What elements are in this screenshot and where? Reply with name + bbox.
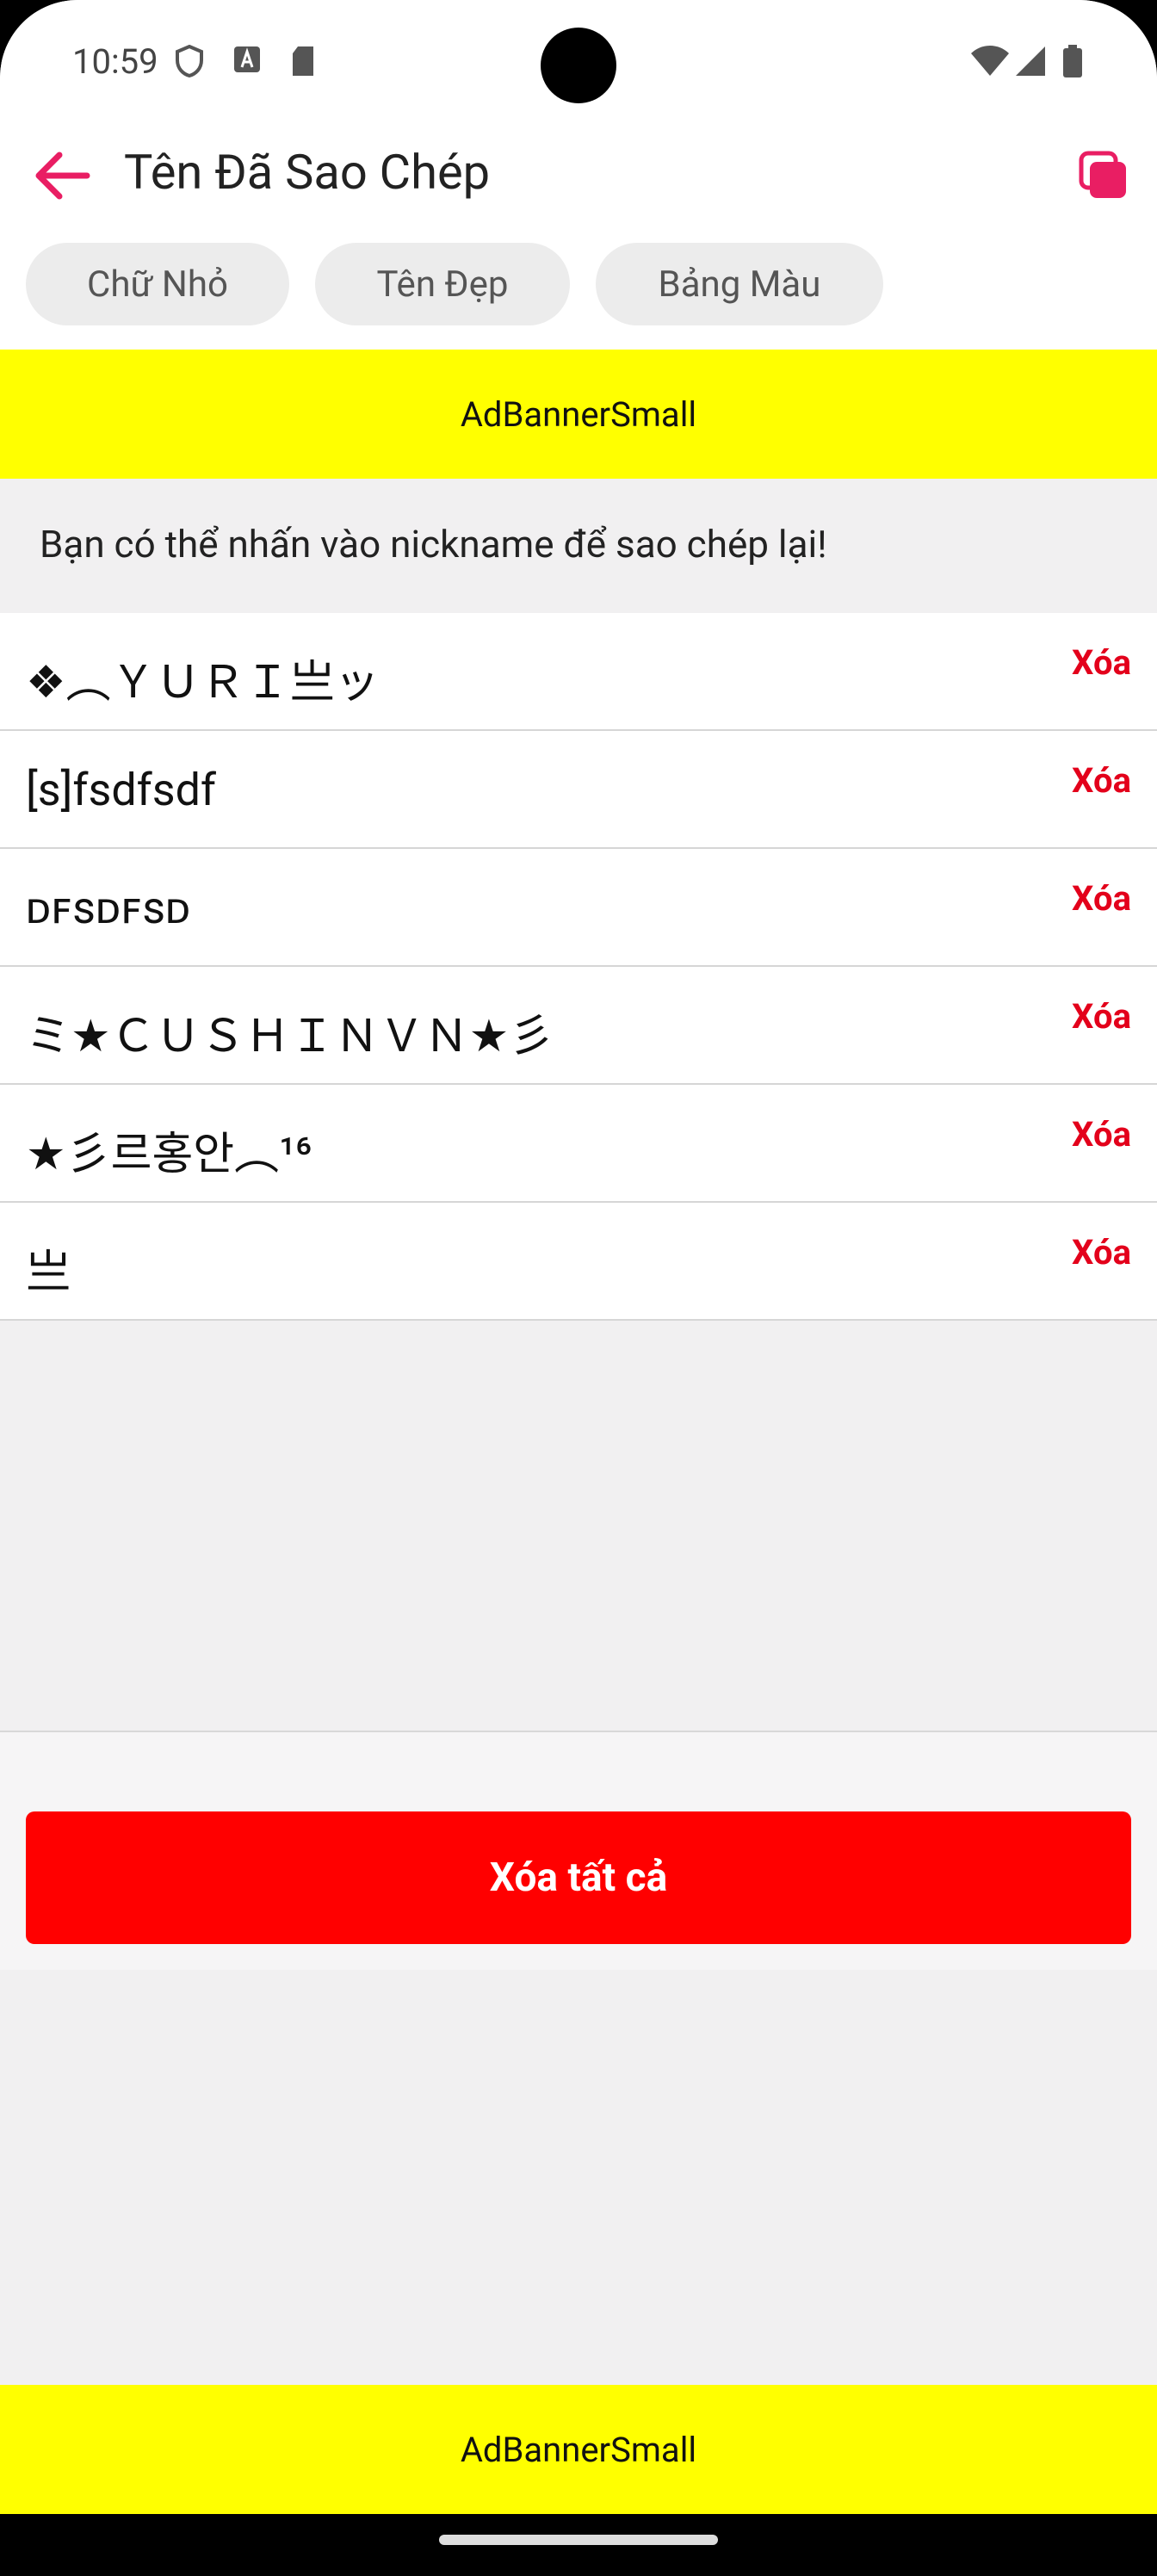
status-bar: 10:59 (0, 0, 1157, 131)
delete-button[interactable]: Xóa (1072, 642, 1131, 683)
page-title: Tên Đã Sao Chép (124, 144, 491, 201)
delete-button[interactable]: Xóa (1072, 760, 1131, 801)
font-app-icon (232, 45, 263, 77)
copied-names-list: ❖︵ＹＵＲＩ亗ッ Xóa [s]fsdfsdf Xóa ᴅꜰsᴅꜰsᴅ Xóa … (0, 613, 1157, 1321)
screen: 10:59 Tên Đã Sao Chép Chữ Nhỏ Tên Đẹp Bả… (0, 0, 1157, 2576)
nickname-text[interactable]: [s]fsdfsdf (26, 764, 216, 816)
wifi-icon (969, 45, 1011, 77)
ad-banner-top[interactable]: AdBannerSmall (0, 350, 1157, 479)
delete-button[interactable]: Xóa (1072, 878, 1131, 919)
chip-nice-name[interactable]: Tên Đẹp (315, 243, 570, 325)
clear-all-button[interactable]: Xóa tất cả (26, 1811, 1131, 1944)
status-time: 10:59 (72, 41, 158, 82)
hint-text: Bạn có thể nhấn vào nickname để sao chép… (40, 522, 827, 567)
delete-button[interactable]: Xóa (1072, 1232, 1131, 1273)
copy-icon (1079, 151, 1126, 198)
front-camera (541, 28, 616, 103)
chip-color-palette[interactable]: Bảng Màu (596, 243, 883, 325)
delete-button[interactable]: Xóa (1072, 996, 1131, 1037)
hint-bar: Bạn có thể nhấn vào nickname để sao chép… (0, 479, 1157, 613)
list-item[interactable]: ❖︵ＹＵＲＩ亗ッ Xóa (0, 613, 1157, 731)
delete-button[interactable]: Xóa (1072, 1114, 1131, 1155)
shield-icon (174, 44, 205, 78)
home-gesture-handle[interactable] (439, 2535, 718, 2545)
chip-row: Chữ Nhỏ Tên Đẹp Bảng Màu (0, 232, 1157, 350)
navigation-bar (0, 2514, 1157, 2576)
nickname-text[interactable]: ❖︵ＹＵＲＩ亗ッ (26, 646, 380, 710)
sd-card-icon (289, 45, 320, 77)
nickname-text[interactable]: ★彡르홍안︵¹⁶ (26, 1118, 312, 1182)
arrow-back-icon (35, 152, 90, 200)
ad-banner-bottom[interactable]: AdBannerSmall (0, 2385, 1157, 2514)
list-item[interactable]: ᴅꜰsᴅꜰsᴅ Xóa (0, 849, 1157, 967)
bottom-panel: Xóa tất cả (0, 1731, 1157, 1970)
copy-button[interactable] (1067, 139, 1140, 212)
list-item[interactable]: ★彡르홍안︵¹⁶ Xóa (0, 1085, 1157, 1203)
list-item[interactable]: 亗 Xóa (0, 1203, 1157, 1321)
battery-icon (1061, 45, 1085, 77)
nickname-text[interactable]: ᴅꜰsᴅꜰsᴅ (26, 882, 190, 934)
list-item[interactable]: ミ★ＣＵＳＨＩＮＶＮ★彡 Xóa (0, 967, 1157, 1085)
back-button[interactable] (28, 141, 96, 210)
nickname-text[interactable]: ミ★ＣＵＳＨＩＮＶＮ★彡 (26, 1000, 554, 1064)
list-item[interactable]: [s]fsdfsdf Xóa (0, 731, 1157, 849)
signal-icon (1012, 45, 1047, 77)
app-bar: Tên Đã Sao Chép (0, 131, 1157, 232)
nickname-text[interactable]: 亗 (26, 1235, 71, 1300)
chip-small-text[interactable]: Chữ Nhỏ (26, 243, 289, 325)
